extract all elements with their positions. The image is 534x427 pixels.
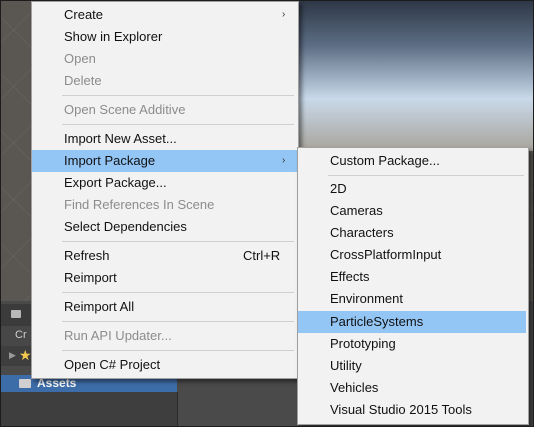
project-panel-tab[interactable] (1, 304, 31, 327)
submenu-item-utility[interactable]: Utility (298, 355, 528, 377)
scene-skybox (291, 1, 533, 151)
submenu-item-label: Environment (330, 291, 403, 306)
menu-item-label: Import Package (64, 153, 156, 168)
menu-item-select-dependencies[interactable]: Select Dependencies (32, 216, 298, 238)
menu-item-label: Open C# Project (64, 357, 161, 372)
menu-separator (62, 350, 294, 351)
menu-separator (62, 321, 294, 322)
menu-separator (62, 95, 294, 96)
submenu-item-label: Visual Studio 2015 Tools (330, 402, 472, 417)
submenu-item-label: CrossPlatformInput (330, 247, 442, 262)
submenu-item-vehicles[interactable]: Vehicles (298, 377, 528, 399)
menu-item-label: Create (64, 7, 104, 22)
menu-item-open-scene-additive[interactable]: Open Scene Additive (32, 99, 298, 121)
menu-separator (62, 124, 294, 125)
menu-item-open-csharp-project[interactable]: Open C# Project (32, 354, 298, 376)
menu-item-reimport[interactable]: Reimport (32, 267, 298, 289)
submenu-item-characters[interactable]: Characters (298, 222, 528, 244)
menu-item-label: Reimport (64, 270, 117, 285)
menu-item-create[interactable]: Create › (32, 4, 298, 26)
menu-item-label: Reimport All (64, 299, 135, 314)
menu-separator (328, 175, 524, 176)
submenu-item-label: Custom Package... (330, 153, 440, 168)
import-package-submenu: Custom Package... 2D Cameras Characters … (297, 147, 529, 425)
submenu-item-label: Utility (330, 358, 362, 373)
unity-editor-window: Cr ▶ ★ Assets Create › Show in Explorer … (0, 0, 534, 427)
menu-item-label: Export Package... (64, 175, 167, 190)
submenu-item-prototyping[interactable]: Prototyping (298, 333, 528, 355)
menu-item-delete[interactable]: Delete (32, 70, 298, 92)
submenu-item-label: ParticleSystems (330, 314, 424, 329)
menu-separator (62, 292, 294, 293)
menu-item-label: Open Scene Additive (64, 102, 186, 117)
submenu-item-crossplatforminput[interactable]: CrossPlatformInput (298, 244, 528, 266)
create-dropdown[interactable]: Cr (1, 326, 31, 346)
submenu-item-label: Effects (330, 269, 370, 284)
expand-triangle-icon[interactable]: ▶ (9, 350, 16, 361)
menu-item-reimport-all[interactable]: Reimport All (32, 296, 298, 318)
menu-item-label: Select Dependencies (64, 219, 187, 234)
menu-item-label: Import New Asset... (64, 131, 177, 146)
menu-separator (62, 241, 294, 242)
menu-item-label: Show in Explorer (64, 29, 163, 44)
menu-item-import-new-asset[interactable]: Import New Asset... (32, 128, 298, 150)
menu-item-find-references[interactable]: Find References In Scene (32, 194, 298, 216)
submenu-item-2d[interactable]: 2D (298, 178, 528, 200)
folder-icon (19, 379, 31, 388)
menu-item-label: Refresh (64, 248, 110, 263)
favorites-star-icon: ★ (19, 347, 32, 363)
submenu-item-visual-studio-2015-tools[interactable]: Visual Studio 2015 Tools (298, 399, 528, 421)
submenu-item-label: Characters (330, 225, 394, 240)
submenu-item-label: Prototyping (330, 336, 396, 351)
menu-item-run-api-updater[interactable]: Run API Updater... (32, 325, 298, 347)
submenu-item-label: 2D (330, 181, 347, 196)
submenu-item-custom-package[interactable]: Custom Package... (298, 150, 528, 172)
menu-item-export-package[interactable]: Export Package... (32, 172, 298, 194)
submenu-item-particlesystems[interactable]: ParticleSystems (298, 311, 526, 333)
submenu-item-environment[interactable]: Environment (298, 288, 528, 310)
project-tree-pane (1, 392, 178, 426)
menu-item-refresh[interactable]: Refresh Ctrl+R (32, 245, 298, 267)
menu-item-shortcut: Ctrl+R (243, 248, 281, 263)
submenu-arrow-icon: › (282, 155, 286, 166)
submenu-item-label: Vehicles (330, 380, 379, 395)
context-menu: Create › Show in Explorer Open Delete Op… (31, 1, 299, 379)
menu-item-label: Open (64, 51, 96, 66)
menu-item-import-package[interactable]: Import Package › (32, 150, 298, 172)
folder-icon (11, 310, 21, 318)
submenu-item-label: Cameras (330, 203, 383, 218)
menu-item-label: Find References In Scene (64, 197, 215, 212)
favorites-row[interactable]: ▶ ★ (1, 346, 32, 366)
menu-item-open[interactable]: Open (32, 48, 298, 70)
menu-item-label: Run API Updater... (64, 328, 172, 343)
menu-item-label: Delete (64, 73, 102, 88)
submenu-item-cameras[interactable]: Cameras (298, 200, 528, 222)
submenu-item-effects[interactable]: Effects (298, 266, 528, 288)
create-dropdown-label: Cr (15, 329, 27, 341)
menu-item-show-in-explorer[interactable]: Show in Explorer (32, 26, 298, 48)
submenu-arrow-icon: › (282, 9, 286, 20)
